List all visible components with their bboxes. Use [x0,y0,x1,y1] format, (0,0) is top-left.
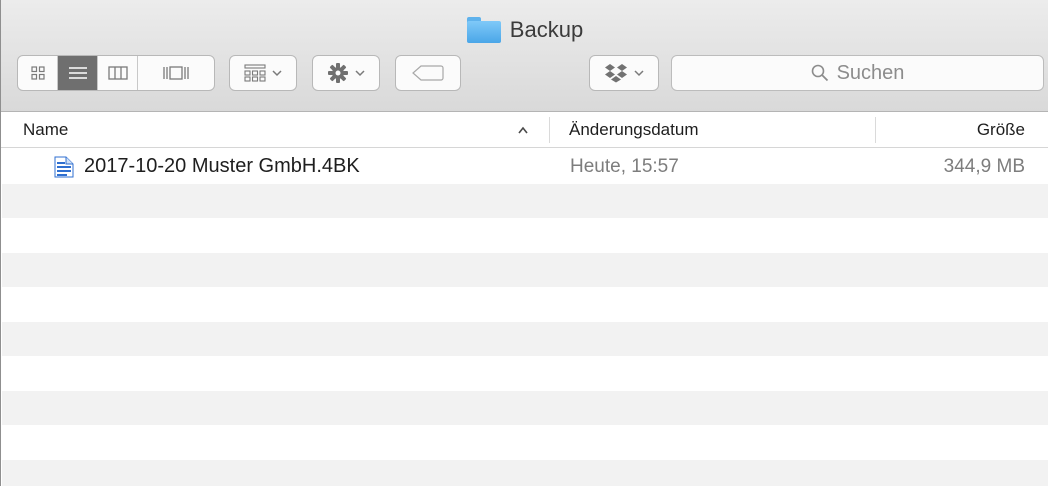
empty-row [2,390,1048,425]
column-view-button[interactable] [98,56,138,90]
list-view-button[interactable] [58,56,98,90]
column-header-date[interactable]: Änderungsdatum [569,112,698,148]
icon-view-button[interactable] [18,56,58,90]
chevron-down-icon [633,70,644,77]
file-name-cell: 2017-10-20 Muster GmbH.4BK [54,149,360,184]
group-by-icon [243,64,266,82]
chevron-down-icon [271,70,282,77]
icon-view-icon [30,66,45,80]
cover-flow-view-button[interactable] [138,56,214,90]
list-view-icon [68,67,87,79]
dropbox-icon [604,64,627,83]
window-title-label: Backup [509,17,584,42]
group-by-button[interactable] [229,55,297,91]
column-divider[interactable] [549,117,550,143]
column-header-date-label: Änderungsdatum [569,120,699,139]
file-modified: Heute, 15:57 [570,155,679,177]
folder-icon [466,17,501,43]
column-header-name-label: Name [23,120,69,139]
search-placeholder: Suchen [836,61,905,84]
search-icon [811,64,828,82]
document-icon [54,156,74,177]
file-row[interactable]: 2017-10-20 Muster GmbH.4BK Heute, 15:57 … [2,149,1048,184]
empty-row [2,183,1048,218]
column-header-size-label: Größe [976,120,1025,139]
column-header-size[interactable]: Größe [977,112,1025,148]
cover-flow-icon [163,66,189,80]
window-title: Backup [1,13,1048,47]
dropbox-button[interactable] [589,55,659,91]
file-size: 344,9 MB [943,155,1025,177]
tag-icon [412,65,444,81]
empty-row [2,218,1048,253]
column-divider[interactable] [875,117,876,143]
finder-window: Backup Suchen Name Änderungsdatum Größe … [0,0,1048,486]
file-list: 2017-10-20 Muster GmbH.4BK Heute, 15:57 … [2,149,1048,486]
tag-button[interactable] [395,55,461,91]
view-mode-control [17,55,215,91]
chevron-down-icon [354,70,365,77]
search-field[interactable]: Suchen [671,55,1044,91]
column-view-icon [107,66,128,80]
column-header-row: Name Änderungsdatum Größe [1,112,1048,148]
empty-row [2,459,1048,486]
gear-icon [327,63,348,83]
sort-ascending-icon[interactable] [517,112,529,148]
empty-row [2,252,1048,287]
toolbar: Backup Suchen [1,0,1048,112]
action-button[interactable] [312,55,380,91]
empty-row [2,425,1048,460]
column-header-name[interactable]: Name [23,112,68,148]
file-name: 2017-10-20 Muster GmbH.4BK [84,155,360,177]
empty-row [2,287,1048,322]
empty-row [2,356,1048,391]
empty-row [2,321,1048,356]
